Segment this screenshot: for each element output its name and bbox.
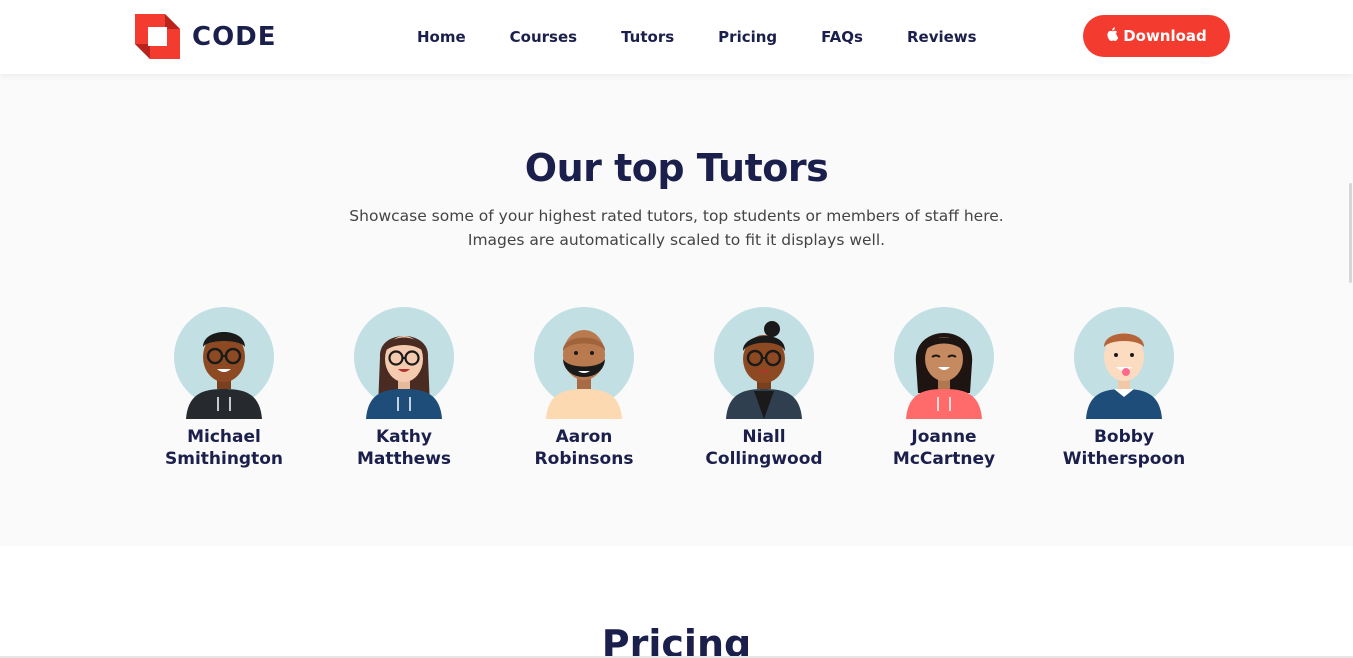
tutor-card[interactable]: Michael Smithington [134,307,314,470]
tutor-card[interactable]: Aaron Robinsons [494,307,674,470]
tutor-card[interactable]: Joanne McCartney [854,307,1034,470]
tutor-name: Kathy Matthews [357,426,451,470]
nav-tutors[interactable]: Tutors [621,28,674,46]
scrollbar-thumb[interactable] [1349,183,1352,283]
nav-courses[interactable]: Courses [510,28,577,46]
avatar [1074,307,1174,419]
tutor-last-name: Smithington [164,449,284,469]
logo[interactable]: CODE [135,14,277,59]
tutor-first-name: Aaron [555,427,613,447]
nav-faqs[interactable]: FAQs [821,28,863,46]
nav-reviews[interactable]: Reviews [907,28,977,46]
download-button[interactable]: Download [1083,15,1230,57]
apple-icon [1106,27,1119,45]
avatar [174,307,274,419]
tutor-card[interactable]: Bobby Witherspoon [1034,307,1214,470]
navbar: CODE Home Courses Tutors Pricing FAQs Re… [0,0,1353,74]
section-title: Our top Tutors [524,146,829,190]
tutor-first-name: Niall [742,427,786,447]
tutor-name: Niall Collingwood [705,426,822,470]
avatar [714,307,814,419]
main-nav: Home Courses Tutors Pricing FAQs Reviews [395,0,999,74]
tutor-first-name: Joanne [911,427,977,447]
tutor-name: Aaron Robinsons [535,426,634,470]
tutor-card[interactable]: Niall Collingwood [674,307,854,470]
tutor-name: Joanne McCartney [893,426,995,470]
tutor-card[interactable]: Kathy Matthews [314,307,494,470]
pricing-title: Pricing [601,622,752,658]
nav-pricing[interactable]: Pricing [718,28,777,46]
logo-icon [135,14,180,59]
logo-text: CODE [192,21,277,52]
tutor-last-name: Witherspoon [1062,449,1186,469]
tutor-list: Michael Smithington Kathy Matthews Aaron… [134,307,1214,470]
avatar [354,307,454,419]
tutor-first-name: Michael [187,427,261,447]
subtitle-line-2: Images are automatically scaled to fit i… [467,231,886,249]
tutor-name: Bobby Witherspoon [1063,426,1185,470]
tutor-last-name: McCartney [892,449,996,469]
avatar [534,307,634,419]
nav-home[interactable]: Home [417,28,466,46]
section-subtitle: Showcase some of your highest rated tuto… [0,204,1353,252]
tutor-name: Michael Smithington [165,426,283,470]
subtitle-line-1: Showcase some of your highest rated tuto… [349,207,1004,225]
tutor-first-name: Kathy [376,427,432,447]
download-label: Download [1123,27,1207,45]
tutors-section: Our top Tutors Showcase some of your hig… [0,74,1353,546]
tutor-first-name: Bobby [1093,427,1155,447]
tutor-last-name: Matthews [356,449,452,469]
tutor-last-name: Collingwood [705,449,823,469]
vertical-scrollbar[interactable] [1347,0,1353,658]
tutor-last-name: Robinsons [534,449,634,469]
avatar [894,307,994,419]
